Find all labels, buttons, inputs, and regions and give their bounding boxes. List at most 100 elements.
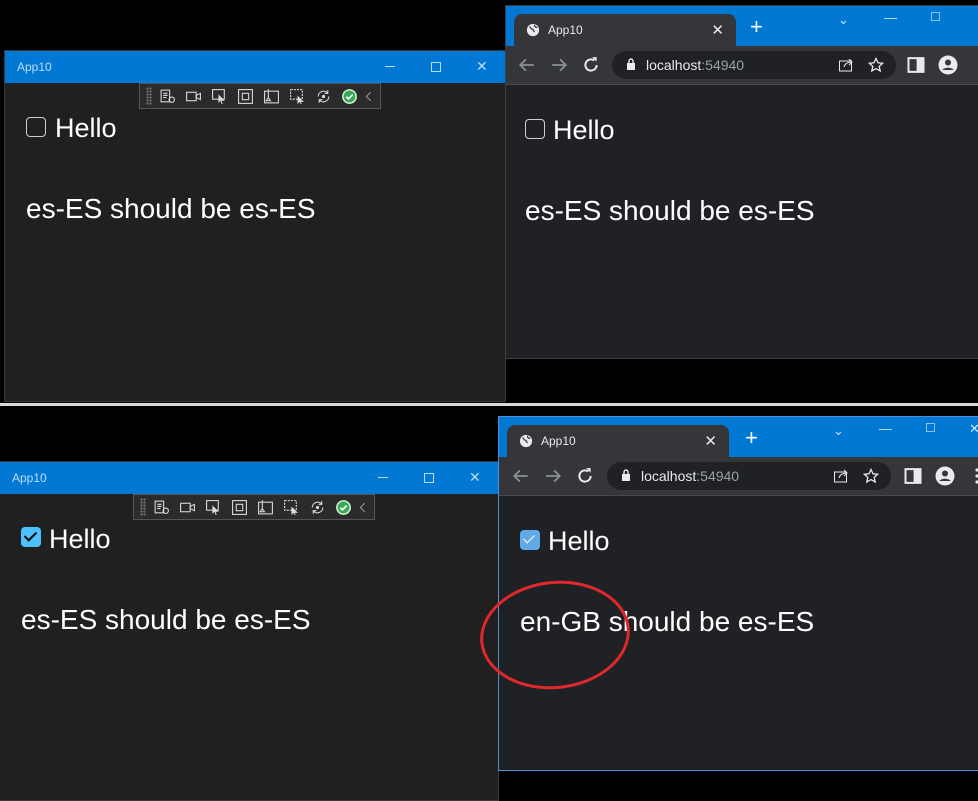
- track-focus-icon[interactable]: [258, 84, 284, 108]
- tab-close-icon[interactable]: ✕: [711, 21, 724, 39]
- forward-icon[interactable]: [544, 467, 562, 485]
- reload-icon[interactable]: [582, 56, 600, 74]
- hello-checkbox-label: Hello: [548, 526, 610, 556]
- share-icon[interactable]: [833, 468, 849, 484]
- minimize-icon: [385, 66, 395, 67]
- hello-checkbox[interactable]: [21, 527, 41, 547]
- select-element-icon[interactable]: [200, 495, 226, 519]
- culture-message: es-ES should be es-ES: [26, 193, 316, 224]
- url-text: localhost:54940: [646, 57, 744, 73]
- collapse-chevron-icon[interactable]: [362, 84, 376, 108]
- forward-icon[interactable]: [550, 56, 568, 74]
- culture-message: es-ES should be es-ES: [21, 604, 311, 635]
- address-bar[interactable]: localhost:54940: [612, 51, 896, 79]
- live-visual-tree-icon[interactable]: [154, 84, 180, 108]
- browser-tabstrip: App10 ✕ + ⌄ — ☐ ✕: [499, 417, 978, 457]
- tab-search-icon[interactable]: ⌄: [833, 423, 844, 439]
- close-icon: ✕: [476, 58, 488, 74]
- maximize-button[interactable]: [413, 51, 459, 83]
- address-bar[interactable]: localhost:54940: [607, 462, 891, 490]
- menu-icon[interactable]: [970, 55, 978, 75]
- screenshot-divider: [0, 403, 978, 406]
- culture-message: es-ES should be es-ES: [525, 195, 815, 226]
- tab-search-icon[interactable]: ⌄: [838, 12, 849, 28]
- bookmark-star-icon[interactable]: [863, 468, 879, 484]
- url-host: localhost: [646, 57, 702, 73]
- browser-toolbar: localhost:54940: [506, 46, 978, 85]
- preview-selection-icon[interactable]: [278, 495, 304, 519]
- url-port: :54940: [696, 468, 740, 484]
- minimize-button[interactable]: [367, 51, 413, 83]
- toolbar-grip-icon[interactable]: [140, 498, 146, 516]
- minimize-icon: [378, 477, 388, 478]
- url-port: :54940: [701, 57, 745, 73]
- maximize-icon[interactable]: ☐: [925, 421, 936, 435]
- back-icon[interactable]: [512, 467, 530, 485]
- hot-reload-icon[interactable]: [310, 84, 336, 108]
- close-button[interactable]: ✕: [459, 51, 505, 83]
- hello-checkbox-label: Hello: [553, 115, 615, 145]
- browser-tabstrip: App10 ✕ + ⌄ — ☐: [506, 6, 978, 46]
- status-ok-icon: [330, 495, 356, 519]
- bookmark-star-icon[interactable]: [868, 57, 884, 73]
- hello-checkbox-label: Hello: [55, 113, 117, 143]
- maximize-icon[interactable]: ☐: [930, 10, 941, 24]
- lock-icon[interactable]: [621, 469, 631, 481]
- collapse-chevron-icon[interactable]: [356, 495, 370, 519]
- close-button[interactable]: ✕: [452, 462, 498, 494]
- select-element-icon[interactable]: [206, 84, 232, 108]
- preview-selection-icon[interactable]: [284, 84, 310, 108]
- browser-window-top: App10 ✕ + ⌄ — ☐ localhost:54940 Hello es…: [505, 5, 978, 359]
- browser-tab-title: App10: [541, 434, 576, 448]
- record-icon[interactable]: [174, 495, 200, 519]
- xaml-debug-toolbar: [139, 83, 381, 109]
- hello-checkbox-label: Hello: [49, 524, 111, 554]
- browser-toolbar: localhost:54940: [499, 457, 978, 496]
- app-titlebar[interactable]: App10 ✕: [0, 462, 498, 494]
- globe-icon: [519, 434, 533, 448]
- maximize-icon: [424, 473, 434, 483]
- live-visual-tree-icon[interactable]: [148, 495, 174, 519]
- lock-icon[interactable]: [626, 58, 636, 70]
- profile-icon[interactable]: [935, 466, 955, 486]
- share-icon[interactable]: [838, 57, 854, 73]
- maximize-icon: [431, 62, 441, 72]
- side-panel-icon[interactable]: [903, 466, 923, 486]
- globe-icon: [526, 23, 540, 37]
- browser-tab-title: App10: [548, 23, 583, 37]
- record-icon[interactable]: [180, 84, 206, 108]
- app-title: App10: [12, 471, 47, 485]
- minimize-button[interactable]: [360, 462, 406, 494]
- hot-reload-icon[interactable]: [304, 495, 330, 519]
- xaml-debug-toolbar: [133, 494, 375, 520]
- url-text: localhost:54940: [641, 468, 739, 484]
- app-window-bottom: App10 ✕ Hello es-ES should be es-ES: [0, 461, 499, 801]
- close-icon: ✕: [469, 469, 481, 485]
- app-window-top: App10 ✕ Hello es-ES should be es-ES: [4, 50, 506, 402]
- reload-icon[interactable]: [576, 467, 594, 485]
- track-focus-icon[interactable]: [252, 495, 278, 519]
- toolbar-grip-icon[interactable]: [146, 87, 152, 105]
- app-title: App10: [17, 60, 52, 74]
- menu-icon[interactable]: [967, 466, 978, 486]
- close-icon[interactable]: ✕: [969, 421, 978, 437]
- maximize-button[interactable]: [406, 462, 452, 494]
- app-titlebar[interactable]: App10 ✕: [5, 51, 505, 83]
- minimize-icon[interactable]: —: [884, 10, 897, 25]
- profile-icon[interactable]: [938, 55, 958, 75]
- url-host: localhost: [641, 468, 697, 484]
- status-ok-icon: [336, 84, 362, 108]
- hello-checkbox[interactable]: [525, 119, 545, 139]
- new-tab-button[interactable]: +: [750, 16, 763, 38]
- hello-checkbox[interactable]: [26, 117, 46, 137]
- new-tab-button[interactable]: +: [745, 427, 758, 449]
- display-layout-adorners-icon[interactable]: [232, 84, 258, 108]
- hello-checkbox[interactable]: [520, 530, 540, 550]
- browser-tab[interactable]: App10 ✕: [514, 14, 736, 46]
- tab-close-icon[interactable]: ✕: [704, 432, 717, 450]
- side-panel-icon[interactable]: [906, 55, 926, 75]
- minimize-icon[interactable]: —: [879, 421, 892, 436]
- display-layout-adorners-icon[interactable]: [226, 495, 252, 519]
- browser-tab[interactable]: App10 ✕: [507, 425, 729, 457]
- back-icon[interactable]: [518, 56, 536, 74]
